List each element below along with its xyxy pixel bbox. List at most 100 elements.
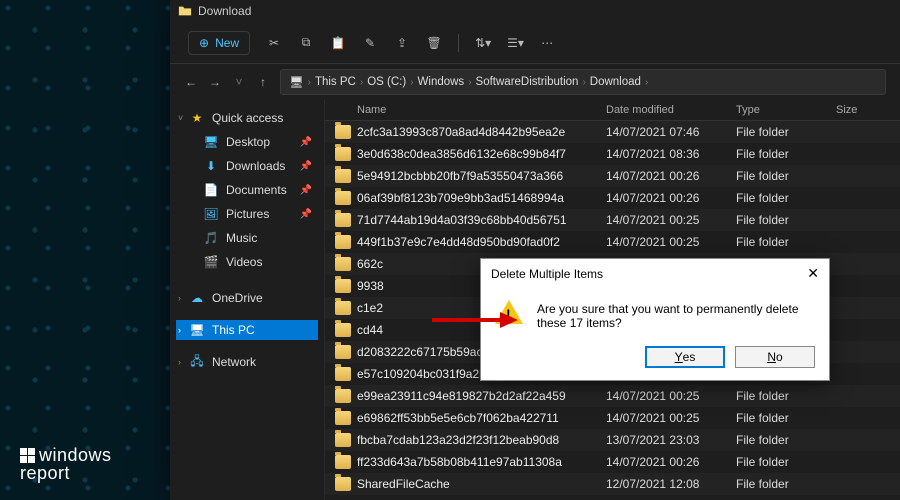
dialog-title: Delete Multiple Items [491, 267, 603, 281]
file-row[interactable]: fbcba7cdab123a23d2f23f12beab90d813/07/20… [325, 429, 900, 451]
delete-icon[interactable]: 🗑 [426, 36, 442, 50]
window-title: Download [198, 4, 251, 18]
folder-icon [335, 213, 351, 227]
paste-icon[interactable]: 📋 [330, 36, 346, 50]
up-button[interactable]: ˅ [232, 75, 246, 89]
plus-icon: ⊕ [199, 36, 209, 50]
folder-icon [335, 455, 351, 469]
col-date[interactable]: Date modified [606, 104, 736, 116]
breadcrumb-item[interactable]: SoftwareDistribution [476, 76, 579, 88]
sidebar-label: Quick access [212, 111, 283, 125]
file-row[interactable]: 2cfc3a13993c870a8ad4d8442b95ea2e14/07/20… [325, 121, 900, 143]
copy-icon[interactable]: ⧉ [298, 35, 314, 50]
spacer [176, 276, 318, 284]
up-button[interactable]: ↑ [256, 75, 270, 89]
view-icon[interactable]: ☰▾ [507, 36, 523, 50]
col-type[interactable]: Type [736, 104, 836, 116]
rename-icon[interactable]: ✎ [362, 36, 378, 50]
chevron-down-icon: ˅ [178, 113, 183, 123]
pc-icon: 🖥 [289, 75, 304, 89]
file-row[interactable]: e99ea23911c94e819827b2d2af22a45914/07/20… [325, 385, 900, 407]
sidebar-item-downloads[interactable]: ⬇Downloads📌 [176, 156, 318, 176]
file-date: 14/07/2021 00:25 [606, 411, 736, 425]
file-date: 13/07/2021 23:03 [606, 433, 736, 447]
file-row[interactable]: 3e0d638c0dea3856d6132e68c99b84f714/07/20… [325, 143, 900, 165]
file-type: File folder [736, 125, 836, 139]
titlebar: Download [170, 0, 900, 22]
share-icon[interactable]: ⇪ [394, 36, 410, 50]
file-date: 14/07/2021 00:25 [606, 389, 736, 403]
file-type: File folder [736, 235, 836, 249]
yes-rest: es [683, 350, 696, 364]
dialog-titlebar: Delete Multiple Items ✕ [481, 259, 829, 288]
windows-logo-icon [20, 448, 35, 463]
no-label: N [767, 350, 776, 364]
more-icon[interactable]: ⋯ [539, 36, 555, 50]
toolbar: ⊕ New ✂ ⧉ 📋 ✎ ⇪ 🗑 ⇅▾ ☰▾ ⋯ [170, 22, 900, 64]
file-row[interactable]: 449f1b37e9c7e4dd48d950bd90fad0f214/07/20… [325, 231, 900, 253]
network-icon: 🖧 [190, 355, 204, 369]
file-name: 71d7744ab19d4a03f39c68bb40d56751 [357, 213, 606, 227]
sidebar-item-videos[interactable]: 🎬Videos [176, 252, 318, 272]
desktop-icon: 🖥 [204, 135, 218, 149]
document-icon: 📄 [204, 183, 218, 197]
sidebar-item-pictures[interactable]: 🖼Pictures📌 [176, 204, 318, 224]
file-name: 5e94912bcbbb20fb7f9a53550473a366 [357, 169, 606, 183]
chevron-right-icon: › [410, 77, 413, 88]
close-icon[interactable]: ✕ [807, 265, 819, 282]
annotation-arrow [430, 308, 520, 339]
file-name: 2cfc3a13993c870a8ad4d8442b95ea2e [357, 125, 606, 139]
sidebar-network[interactable]: ›🖧Network [176, 352, 318, 372]
breadcrumb-item[interactable]: Windows [418, 76, 465, 88]
divider [458, 34, 459, 52]
folder-icon [335, 477, 351, 491]
file-row[interactable]: 5e94912bcbbb20fb7f9a53550473a36614/07/20… [325, 165, 900, 187]
breadcrumb-item[interactable]: Download [590, 76, 641, 88]
col-size[interactable]: Size [836, 104, 896, 116]
chevron-right-icon: › [308, 77, 311, 88]
col-name[interactable]: Name [357, 104, 606, 116]
file-row[interactable]: SharedFileCache12/07/2021 12:08File fold… [325, 473, 900, 495]
folder-icon [178, 4, 192, 18]
sidebar-item-desktop[interactable]: 🖥Desktop📌 [176, 132, 318, 152]
file-date: 14/07/2021 08:36 [606, 147, 736, 161]
file-name: 3e0d638c0dea3856d6132e68c99b84f7 [357, 147, 606, 161]
forward-button[interactable]: → [208, 75, 222, 89]
download-icon: ⬇ [204, 159, 218, 173]
yes-label: Y [675, 350, 683, 364]
yes-button[interactable]: Yes [645, 346, 725, 368]
file-row[interactable]: e69862ff53bb5e5e6cb7f062ba42271114/07/20… [325, 407, 900, 429]
no-rest: o [776, 350, 783, 364]
file-type: File folder [736, 169, 836, 183]
file-row[interactable]: ff233d643a7b58b08b411e97ab11308a14/07/20… [325, 451, 900, 473]
breadcrumb-item[interactable]: OS (C:) [367, 76, 406, 88]
file-row[interactable]: 06af39bf8123b709e9bb3ad51468994a14/07/20… [325, 187, 900, 209]
sidebar-item-music[interactable]: 🎵Music [176, 228, 318, 248]
music-icon: 🎵 [204, 231, 218, 245]
breadcrumb-item[interactable]: This PC [315, 76, 356, 88]
back-button[interactable]: ← [184, 75, 198, 89]
sort-icon[interactable]: ⇅▾ [475, 36, 491, 50]
cut-icon[interactable]: ✂ [266, 36, 282, 50]
sidebar-item-documents[interactable]: 📄Documents📌 [176, 180, 318, 200]
sidebar-label: Desktop [226, 135, 270, 149]
sidebar-onedrive[interactable]: ›☁OneDrive [176, 288, 318, 308]
sidebar-label: Network [212, 355, 256, 369]
sidebar-this-pc[interactable]: ›🖥This PC [176, 320, 318, 340]
file-row[interactable]: 71d7744ab19d4a03f39c68bb40d5675114/07/20… [325, 209, 900, 231]
brand-line1: windows [39, 445, 112, 465]
no-button[interactable]: No [735, 346, 815, 368]
folder-icon [335, 147, 351, 161]
file-date: 14/07/2021 07:46 [606, 125, 736, 139]
file-date: 14/07/2021 00:25 [606, 213, 736, 227]
sidebar-quick-access[interactable]: ˅ ★ Quick access [176, 108, 318, 128]
windows-report-logo: windows report [20, 446, 112, 482]
breadcrumb-bar[interactable]: 🖥 › This PC › OS (C:) › Windows › Softwa… [280, 69, 886, 95]
new-button[interactable]: ⊕ New [188, 31, 250, 55]
folder-icon [335, 191, 351, 205]
file-name: ff233d643a7b58b08b411e97ab11308a [357, 455, 606, 469]
file-date: 14/07/2021 00:25 [606, 235, 736, 249]
file-name: e69862ff53bb5e5e6cb7f062ba422711 [357, 411, 606, 425]
file-type: File folder [736, 411, 836, 425]
folder-icon [335, 169, 351, 183]
